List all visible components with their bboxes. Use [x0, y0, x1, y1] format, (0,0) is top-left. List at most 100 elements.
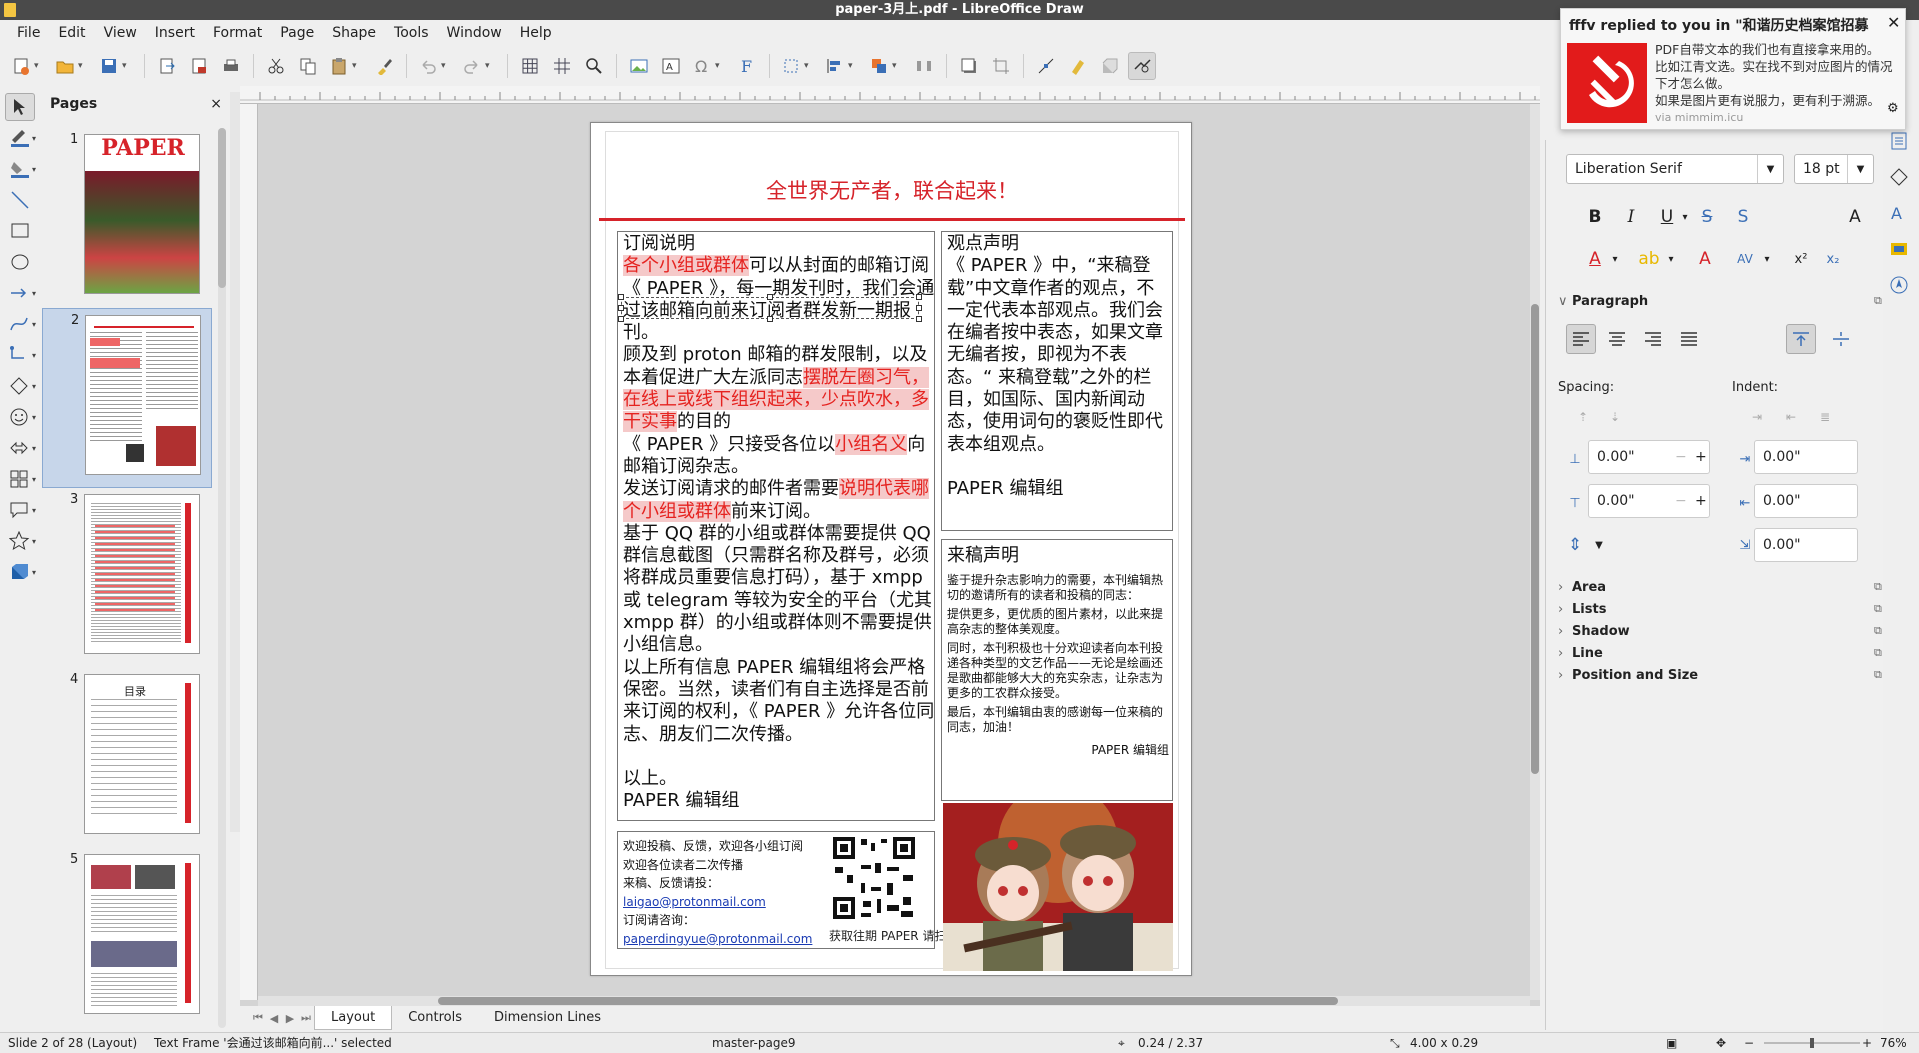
line-section-header[interactable]: › Line ⧉: [1558, 646, 1882, 661]
menu-view[interactable]: View: [95, 25, 146, 41]
subscript-button[interactable]: x₂: [1820, 246, 1846, 272]
shapes-tab-icon[interactable]: [1884, 162, 1914, 192]
superscript-button[interactable]: x²: [1788, 246, 1814, 272]
panel-collapse-handle[interactable]: [230, 92, 240, 832]
prev-tab-icon[interactable]: ◀: [266, 1012, 282, 1025]
contact-text[interactable]: 欢迎投稿、反馈，欢迎各小组订阅 欢迎各位读者二次传播 来稿、反馈请投： laig…: [623, 837, 823, 948]
contribution-text[interactable]: 来稿声明 鉴于提升杂志影响力的需要，本刊编辑热切的邀请所有的读者和投稿的同志： …: [947, 543, 1169, 758]
distribute-button[interactable]: [910, 52, 938, 80]
lines-arrows-tool[interactable]: ▾: [0, 279, 40, 307]
grid-button[interactable]: [516, 52, 544, 80]
shadow-section-header[interactable]: › Shadow ⧉: [1558, 624, 1882, 639]
zoom-in-icon[interactable]: +: [1862, 1033, 1872, 1053]
menu-window[interactable]: Window: [438, 25, 511, 41]
strikethrough-button[interactable]: S: [1694, 204, 1720, 230]
menu-shape[interactable]: Shape: [323, 25, 385, 41]
insert-image-button[interactable]: [625, 52, 653, 80]
font-size-field[interactable]: 18 pt ▼: [1794, 154, 1874, 184]
ellipse-tool[interactable]: [0, 248, 40, 276]
increase-indent-icon[interactable]: ⇥: [1744, 404, 1770, 430]
align-objects-button[interactable]: [822, 52, 862, 80]
block-arrows-tool[interactable]: ▾: [0, 434, 40, 462]
paragraph-section-header[interactable]: ∨ Paragraph ⧉: [1558, 294, 1882, 309]
zoom-level[interactable]: 76%: [1880, 1033, 1907, 1053]
close-icon[interactable]: ✕: [1887, 13, 1900, 32]
italic-button[interactable]: I: [1618, 204, 1644, 230]
chevron-down-icon[interactable]: ▾: [1754, 246, 1780, 272]
chevron-down-icon[interactable]: ▼: [1847, 155, 1873, 183]
position-size-section-header[interactable]: › Position and Size ⧉: [1558, 668, 1882, 683]
connectors-tool[interactable]: ▾: [0, 341, 40, 369]
redo-button[interactable]: [459, 52, 499, 80]
plus-icon[interactable]: +: [1695, 449, 1707, 465]
tab-dimension-lines[interactable]: Dimension Lines: [478, 1006, 617, 1030]
page-thumbnail-5[interactable]: 5: [42, 848, 212, 1028]
illustration-image[interactable]: [943, 803, 1173, 971]
align-middle-button[interactable]: [1828, 326, 1854, 352]
menu-insert[interactable]: Insert: [146, 25, 204, 41]
submission-email-link[interactable]: laigao@protonmail.com: [623, 893, 823, 912]
fit-page-icon[interactable]: ✥: [1716, 1033, 1726, 1053]
3d-objects-tool[interactable]: ▾: [0, 558, 40, 586]
menu-file[interactable]: File: [8, 25, 49, 41]
next-tab-icon[interactable]: ▶: [282, 1012, 298, 1025]
toggle-extrusion-button[interactable]: [1096, 52, 1124, 80]
points-button[interactable]: [1032, 52, 1060, 80]
page-thumbnail-1[interactable]: 1 PAPER: [42, 128, 212, 308]
subscription-email-link[interactable]: paperdingyue@protonmail.com: [623, 930, 823, 949]
undo-button[interactable]: [415, 52, 455, 80]
navigator-tab-icon[interactable]: [1884, 270, 1914, 300]
helplines-button[interactable]: [548, 52, 576, 80]
font-name-field[interactable]: Liberation Serif ▼: [1566, 154, 1784, 184]
menu-help[interactable]: Help: [511, 25, 561, 41]
minus-icon[interactable]: −: [1675, 449, 1687, 465]
gear-icon[interactable]: ⚙: [1887, 101, 1899, 116]
show-draw-functions-button[interactable]: [1128, 52, 1156, 80]
save-button[interactable]: [96, 52, 136, 80]
menu-edit[interactable]: Edit: [49, 25, 94, 41]
shadow-text-button[interactable]: S: [1730, 204, 1756, 230]
notification-popup[interactable]: fffv replied to you in "和谐历史档案馆招募志... ✕ …: [1560, 8, 1906, 130]
hanging-indent-icon[interactable]: ≣: [1812, 404, 1838, 430]
align-right-button[interactable]: [1640, 326, 1666, 352]
horizontal-ruler[interactable]: [240, 86, 1540, 104]
flowchart-tool[interactable]: ▾: [0, 465, 40, 493]
close-icon[interactable]: ×: [210, 96, 222, 112]
subscription-text[interactable]: 订阅说明 各个小组或群体可以从封面的邮箱订阅《 PAPER 》，每一期发刊时，我…: [623, 233, 941, 812]
below-paragraph-spin[interactable]: 0.00" − +: [1588, 484, 1710, 518]
callouts-tool[interactable]: ▾: [0, 496, 40, 524]
clear-formatting-button[interactable]: A: [1692, 246, 1718, 272]
insert-special-char-button[interactable]: Ω: [689, 52, 729, 80]
menu-page[interactable]: Page: [271, 25, 323, 41]
justify-button[interactable]: [1676, 326, 1702, 352]
crop-button[interactable]: [987, 52, 1015, 80]
first-line-indent-spin[interactable]: 0.00": [1754, 528, 1858, 562]
print-button[interactable]: [217, 52, 245, 80]
shadow-button[interactable]: [955, 52, 983, 80]
curves-tool[interactable]: ▾: [0, 310, 40, 338]
glue-points-button[interactable]: [1064, 52, 1092, 80]
fill-color-tool[interactable]: ▾: [0, 155, 40, 183]
decrease-indent-icon[interactable]: ⇤: [1778, 404, 1804, 430]
clone-formatting-button[interactable]: [370, 52, 398, 80]
align-left-button[interactable]: [1566, 324, 1596, 354]
zoom-button[interactable]: [580, 52, 608, 80]
symbol-shapes-tool[interactable]: ▾: [0, 403, 40, 431]
canvas-vertical-scrollbar[interactable]: [1530, 104, 1540, 1000]
after-text-indent-spin[interactable]: 0.00": [1754, 484, 1858, 518]
insert-textbox-button[interactable]: A: [657, 52, 685, 80]
zoom-out-icon[interactable]: −: [1744, 1033, 1754, 1053]
arrange-button[interactable]: [866, 52, 906, 80]
open-button[interactable]: [52, 52, 92, 80]
minus-icon[interactable]: −: [1675, 493, 1687, 509]
chevron-down-icon[interactable]: ▼: [1757, 155, 1783, 183]
viewpoint-text[interactable]: 观点声明 《 PAPER 》中，“来稿登载”中文章作者的观点，不一定代表本部观点…: [947, 233, 1169, 500]
select-tool[interactable]: [5, 93, 35, 121]
selected-text-frame[interactable]: [618, 294, 922, 322]
rectangle-tool[interactable]: [0, 217, 40, 245]
menu-format[interactable]: Format: [204, 25, 271, 41]
decrease-spacing-icon[interactable]: ⇣: [1602, 404, 1628, 430]
cut-button[interactable]: [262, 52, 290, 80]
pages-scrollbar[interactable]: [218, 128, 226, 1028]
paste-button[interactable]: [326, 52, 366, 80]
